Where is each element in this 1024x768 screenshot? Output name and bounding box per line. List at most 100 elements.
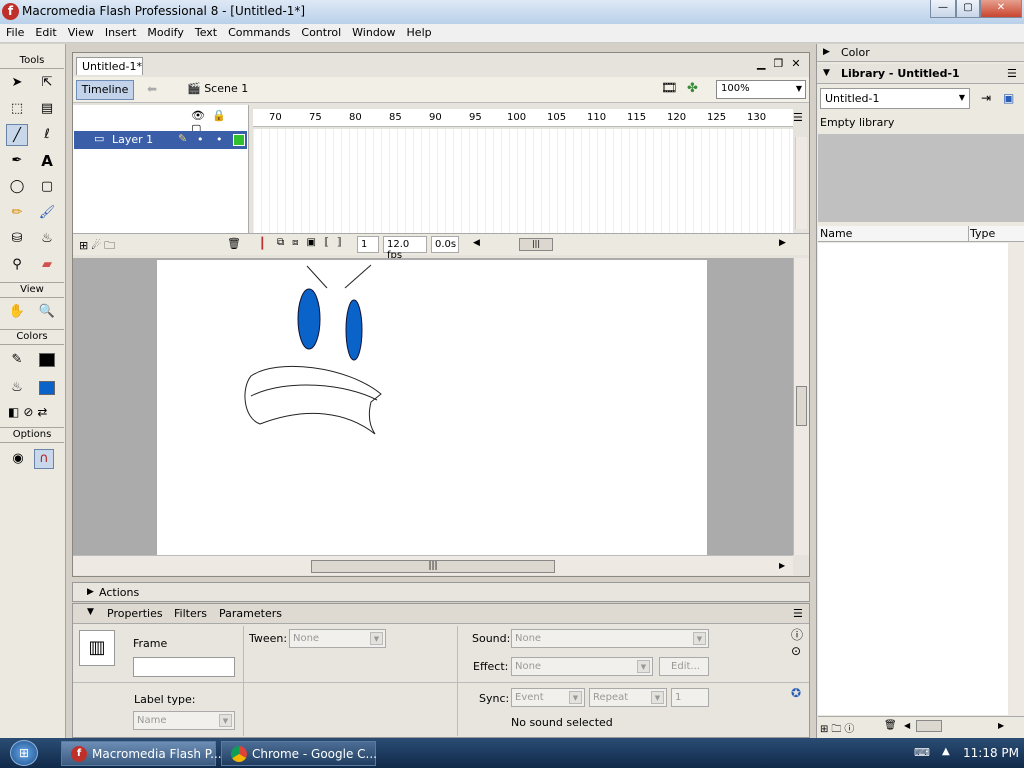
onion-skin-icon[interactable]: ⧉ xyxy=(277,237,292,248)
tab-properties[interactable]: Properties xyxy=(107,607,163,620)
properties-icon[interactable]: ⓘ xyxy=(844,724,857,735)
timeline-hscroll-thumb[interactable]: ||| xyxy=(519,238,553,251)
stage-hscroll-thumb[interactable]: ||| xyxy=(311,560,555,573)
panel-menu-icon[interactable]: ☰ xyxy=(793,607,803,620)
library-list[interactable] xyxy=(818,243,1008,715)
edit-multiple-icon[interactable]: ▣ xyxy=(307,237,324,248)
menu-control[interactable]: Control xyxy=(295,24,346,39)
zoom-select[interactable]: 100% ▼ xyxy=(716,80,806,99)
new-symbol-icon[interactable]: ⊞ xyxy=(820,724,831,735)
default-colors-icon[interactable]: ◧ xyxy=(8,405,23,419)
actions-panel-header[interactable]: ▶ Actions xyxy=(72,582,810,602)
playhead-center-icon[interactable]: ┃ xyxy=(259,237,266,250)
tray-expand-icon[interactable]: ▲ xyxy=(942,746,950,757)
library-hscroll-thumb[interactable] xyxy=(916,720,942,732)
tab-filters[interactable]: Filters xyxy=(174,607,207,620)
frame-name-input[interactable] xyxy=(133,657,235,677)
stage-scroll-right-icon[interactable]: ▶ xyxy=(779,561,785,570)
taskbar-item-flash[interactable]: f Macromedia Flash P... xyxy=(61,741,222,766)
motion-guide-icon[interactable]: ☄ xyxy=(91,239,104,252)
doc-minimize-icon[interactable]: ▁ xyxy=(757,57,773,70)
keyboard-tray-icon[interactable]: ⌨ xyxy=(914,746,930,759)
back-arrow-icon[interactable]: ⬅ xyxy=(147,82,157,96)
stroke-color-swatch[interactable] xyxy=(36,349,58,371)
layer-row[interactable]: ▭ Layer 1 ✎ • • xyxy=(74,131,247,149)
maximize-button[interactable]: ▢ xyxy=(956,0,980,18)
scroll-right-arrow-icon[interactable]: ▶ xyxy=(998,721,1004,730)
doc-restore-icon[interactable]: ❐ xyxy=(773,57,791,70)
new-library-panel-icon[interactable]: ▣ xyxy=(1003,91,1014,105)
type-column-header[interactable]: Type xyxy=(970,227,995,240)
pencil-tool-icon[interactable]: ✏ xyxy=(6,202,28,224)
repeat-count-input[interactable]: 1 xyxy=(671,688,709,707)
menu-view[interactable]: View xyxy=(62,24,99,39)
library-panel-header[interactable]: ▼ Library - Untitled-1 ☰ xyxy=(817,64,1024,84)
subselect-tool-icon[interactable]: ⇱ xyxy=(36,72,58,94)
menu-edit[interactable]: Edit xyxy=(29,24,61,39)
help-icon[interactable]: ⓘ xyxy=(791,626,803,643)
edit-scene-icon[interactable]: 🎞 xyxy=(661,81,678,96)
collapse-arrow-icon[interactable]: ▼ xyxy=(87,607,94,617)
minimize-button[interactable]: — xyxy=(930,0,956,18)
tween-select[interactable]: None ▼ xyxy=(289,629,386,648)
repeat-select[interactable]: Repeat ▼ xyxy=(589,688,667,707)
delete-icon[interactable]: 🗑 xyxy=(884,720,897,731)
layer-outline-color-swatch[interactable] xyxy=(233,134,245,146)
tab-parameters[interactable]: Parameters xyxy=(219,607,282,620)
hand-tool-icon[interactable]: ✋ xyxy=(6,301,28,323)
library-menu-icon[interactable]: ☰ xyxy=(1007,67,1017,80)
menu-insert[interactable]: Insert xyxy=(99,24,142,39)
edit-in-place-icon[interactable]: ⊙ xyxy=(791,644,801,658)
fill-color-swatch[interactable] xyxy=(36,377,58,399)
scroll-left-arrow-icon[interactable]: ◀ xyxy=(904,721,910,730)
menu-text[interactable]: Text xyxy=(189,24,222,39)
frame-grid[interactable] xyxy=(253,129,793,234)
eye-icon[interactable]: 👁 xyxy=(191,109,212,122)
stage-vscroll-thumb[interactable] xyxy=(796,386,807,426)
name-column-header[interactable]: Name xyxy=(820,227,852,240)
scroll-right-arrow-icon[interactable]: ▶ xyxy=(779,238,786,248)
library-document-select[interactable]: Untitled-1 ▼ xyxy=(820,88,970,109)
arrow-tool-icon[interactable]: ➤ xyxy=(6,72,28,94)
menu-help[interactable]: Help xyxy=(401,24,437,39)
oval-tool-icon[interactable]: ◯ xyxy=(6,176,28,198)
insert-folder-icon[interactable]: 🗀 xyxy=(104,239,118,252)
lasso-tool-icon[interactable]: ℓ xyxy=(36,124,58,146)
document-tab[interactable]: Untitled-1* xyxy=(76,57,143,75)
layer-lock-dot[interactable]: • xyxy=(216,133,223,146)
taskbar-item-chrome[interactable]: Chrome - Google C... xyxy=(221,741,377,766)
brush-tool-icon[interactable]: 🖌 xyxy=(36,202,58,224)
label-type-select[interactable]: Name ▼ xyxy=(133,711,235,730)
text-tool-icon[interactable]: A xyxy=(36,150,58,172)
paint-bucket-tool-icon[interactable]: ♨ xyxy=(36,228,58,250)
close-button[interactable]: ✕ xyxy=(980,0,1022,18)
swap-colors-icon[interactable]: ⇄ xyxy=(37,405,51,419)
lock-icon[interactable]: 🔒 xyxy=(212,109,233,122)
zoom-tool-icon[interactable]: 🔍 xyxy=(36,301,58,323)
stage-vscroll[interactable] xyxy=(793,258,809,555)
start-button[interactable]: ⊞ xyxy=(10,740,38,766)
effect-select[interactable]: None ▼ xyxy=(511,657,653,676)
insert-layer-icon[interactable]: ⊞ xyxy=(79,239,91,252)
library-vscroll[interactable] xyxy=(1010,243,1024,715)
pin-library-icon[interactable]: ⇥ xyxy=(981,91,991,105)
stage-hscroll[interactable]: ||| ▶ xyxy=(73,555,793,575)
menu-commands[interactable]: Commands xyxy=(222,24,295,39)
sync-select[interactable]: Event ▼ xyxy=(511,688,585,707)
line-tool-icon[interactable]: ╱ xyxy=(6,124,28,146)
gradient-tool-icon[interactable]: ▤ xyxy=(36,98,58,120)
modify-markers-icon[interactable]: ⟦⟧ xyxy=(324,237,350,248)
doc-close-icon[interactable]: ✕ xyxy=(791,57,808,70)
eyedropper-tool-icon[interactable]: ⚲ xyxy=(6,254,28,276)
stage-canvas[interactable] xyxy=(157,260,707,555)
frame-rate-field[interactable]: 12.0 fps xyxy=(383,236,427,261)
onion-outline-icon[interactable]: ⧈ xyxy=(292,237,306,248)
edit-button[interactable]: Edit... xyxy=(659,657,709,676)
color-panel-header[interactable]: ▶ Color xyxy=(817,44,1024,62)
delete-layer-icon[interactable]: 🗑 xyxy=(227,237,241,250)
menu-window[interactable]: Window xyxy=(346,24,400,39)
object-drawing-icon[interactable]: ◉ xyxy=(8,449,28,469)
menu-file[interactable]: File xyxy=(0,24,29,39)
new-folder-icon[interactable]: 🗀 xyxy=(831,724,844,735)
accessibility-icon[interactable]: ✪ xyxy=(791,686,801,700)
